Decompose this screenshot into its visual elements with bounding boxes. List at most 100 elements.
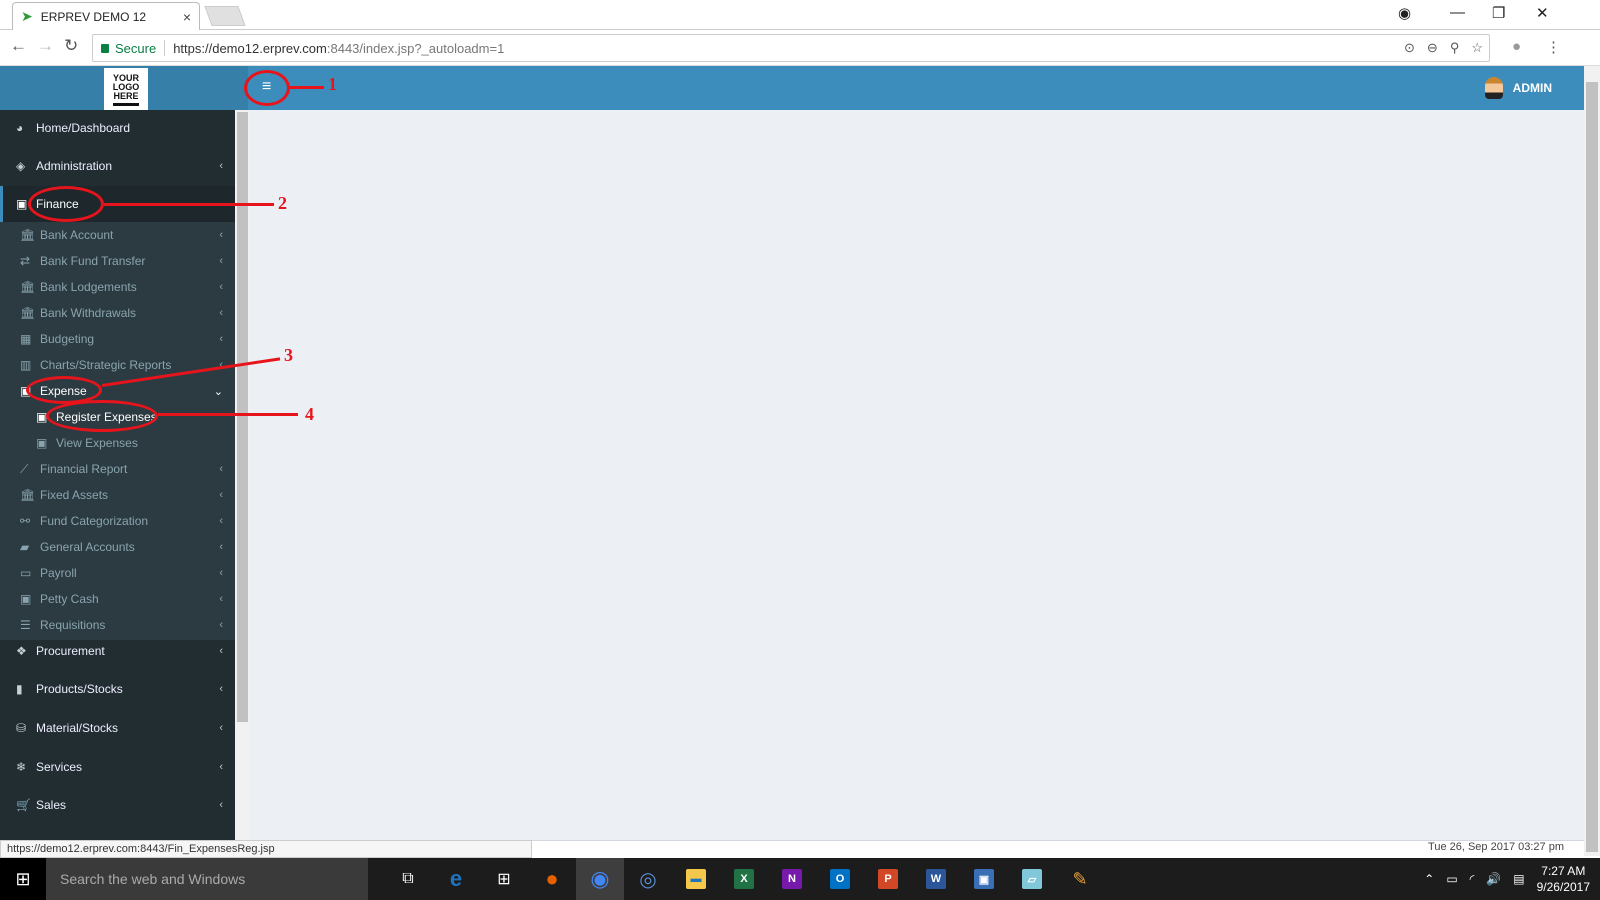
tab-close-icon[interactable]: ×	[183, 9, 191, 25]
submenu-item-label: Bank Withdrawals	[40, 306, 137, 320]
page-scrollbar[interactable]	[1584, 66, 1600, 856]
submenu-item-label: Charts/Strategic Reports	[40, 358, 172, 372]
submenu-item-fixed-assets[interactable]: 🏛 Fixed Assets ‹	[0, 482, 235, 508]
reload-button[interactable]: ↻	[64, 36, 78, 56]
url-host: https://demo12.erprev.com	[173, 40, 327, 56]
link-icon: ⚯	[20, 514, 31, 528]
bank-icon: 🏛	[20, 306, 36, 320]
submenu-item-fund-categorization[interactable]: ⚯ Fund Categorization ‹	[0, 508, 235, 534]
annotation-line-2	[104, 203, 274, 206]
notepad-icon[interactable]: ▱	[1008, 858, 1056, 900]
secure-indicator[interactable]: Secure	[101, 41, 156, 56]
powerpoint-icon[interactable]: P	[864, 858, 912, 900]
status-bar-url: https://demo12.erprev.com:8443/Fin_Expen…	[0, 840, 532, 858]
battery-icon[interactable]: ▭	[1446, 872, 1457, 886]
submenu-item-bank-withdrawals[interactable]: 🏛 Bank Withdrawals ‹	[0, 300, 235, 326]
location-icon[interactable]: ⊙	[1404, 40, 1415, 56]
browser-tab[interactable]: ➤ ERPREV DEMO 12 ×	[12, 2, 200, 30]
browser-tab-strip: ➤ ERPREV DEMO 12 × ◉ — ❐ ✕	[0, 0, 1600, 30]
submenu-item-view-expenses[interactable]: ▣ View Expenses	[0, 430, 235, 456]
logo-underline	[113, 103, 139, 106]
back-button[interactable]: ←	[10, 36, 27, 56]
paint-icon[interactable]: ✎	[1056, 858, 1104, 900]
minimize-button[interactable]: —	[1450, 4, 1465, 21]
show-hidden-icons-chevron-up-icon[interactable]: ⌃	[1424, 872, 1434, 886]
annotation-number-2: 2	[278, 193, 287, 213]
url-text[interactable]: https://demo12.erprev.com:8443/index.jsp…	[173, 41, 504, 56]
sidebar-scrollbar[interactable]	[235, 110, 250, 840]
submenu-item-financial-report[interactable]: ⟋ Financial Report ‹	[0, 456, 235, 482]
submenu-item-charts-strategic-reports[interactable]: ▥ Charts/Strategic Reports ‹	[0, 352, 235, 378]
excel-icon[interactable]: X	[720, 858, 768, 900]
tag-icon: ◈	[16, 159, 26, 173]
annotation-number-4: 4	[305, 404, 314, 424]
sidebar-item-label: Material/Stocks	[36, 721, 119, 735]
chevron-left-icon: ‹	[219, 307, 223, 319]
chrome-icon[interactable]: ◉	[576, 858, 624, 900]
money-icon: ▣	[20, 592, 32, 606]
taskbar-search-box[interactable]: Search the web and Windows	[46, 858, 368, 900]
erprev-favicon-icon: ➤	[21, 8, 33, 24]
new-tab-button[interactable]	[204, 6, 246, 26]
sidebar-item-sales[interactable]: 🛒 Sales ‹	[0, 786, 235, 824]
key-icon[interactable]: ⚲	[1450, 40, 1460, 56]
window-close-button[interactable]: ✕	[1536, 4, 1549, 22]
task-view-icon[interactable]: ⧉	[384, 858, 432, 900]
clock[interactable]: 7:27 AM 9/26/2017	[1537, 863, 1590, 895]
sidebar-item-products-stocks[interactable]: ▮ Products/Stocks ‹	[0, 670, 235, 708]
forward-button[interactable]: →	[37, 36, 54, 56]
edge-icon[interactable]: e	[432, 858, 480, 900]
submenu-item-label: Financial Report	[40, 462, 128, 476]
chevron-left-icon: ‹	[219, 761, 223, 773]
list-icon: ☰	[20, 618, 31, 632]
profile-icon[interactable]: ◉	[1398, 4, 1411, 22]
onenote-icon[interactable]: N	[768, 858, 816, 900]
sidebar-item-procurement[interactable]: ❖ Procurement ‹	[0, 632, 235, 670]
submenu-item-label: Budgeting	[40, 332, 95, 346]
secure-label: Secure	[115, 40, 157, 56]
firefox-icon[interactable]: ●	[528, 858, 576, 900]
submenu-item-bank-lodgements[interactable]: 🏛 Bank Lodgements ‹	[0, 274, 235, 300]
outlook-icon[interactable]: O	[816, 858, 864, 900]
address-bar[interactable]: Secure https://demo12.erprev.com:8443/in…	[92, 34, 1490, 62]
submenu-item-label: Bank Account	[40, 228, 114, 242]
user-menu[interactable]: ADMIN	[1484, 77, 1552, 99]
submenu-item-petty-cash[interactable]: ▣ Petty Cash ‹	[0, 586, 235, 612]
page-scrollbar-thumb[interactable]	[1586, 82, 1598, 852]
avatar	[1484, 77, 1503, 99]
remote-desktop-icon[interactable]: ▣	[960, 858, 1008, 900]
safari-icon[interactable]: ◎	[624, 858, 672, 900]
sidebar-item-material-stocks[interactable]: ⛁ Material/Stocks ‹	[0, 708, 235, 748]
sidebar-item-administration[interactable]: ◈ Administration ‹	[0, 148, 235, 184]
chrome-menu-icon[interactable]: ⋮	[1546, 38, 1561, 56]
submenu-item-bank-account[interactable]: 🏛 Bank Account ‹	[0, 222, 235, 248]
file-explorer-icon[interactable]: ▬	[672, 858, 720, 900]
sidebar-item-services[interactable]: ❄ Services ‹	[0, 748, 235, 786]
bookmark-star-icon[interactable]: ☆	[1471, 40, 1483, 56]
credit-card-icon: ▭	[20, 566, 32, 580]
company-logo[interactable]: YOUR LOGO HERE	[104, 68, 148, 110]
system-tray: ⌃ ▭ ◜ 🔊 ▤ 7:27 AM 9/26/2017	[1424, 858, 1600, 900]
windows-taskbar: ⊞ Search the web and Windows ⧉ e ⊞ ● ◉ ◎…	[0, 858, 1600, 900]
chevron-left-icon: ‹	[219, 489, 223, 501]
start-button-windows-icon[interactable]: ⊞	[0, 858, 46, 900]
extension-icon[interactable]: ●	[1512, 38, 1521, 55]
restore-button[interactable]: ❐	[1492, 4, 1505, 22]
word-icon[interactable]: W	[912, 858, 960, 900]
store-icon[interactable]: ⊞	[480, 858, 528, 900]
zoom-out-icon[interactable]: ⊖	[1427, 40, 1438, 56]
chevron-left-icon: ‹	[219, 255, 223, 267]
line-chart-icon: ⟋	[20, 461, 29, 476]
wifi-icon[interactable]: ◜	[1470, 872, 1475, 886]
sidebar-item-home-dashboard[interactable]: ◕ Home/Dashboard	[0, 110, 235, 146]
volume-icon[interactable]: 🔊	[1486, 872, 1501, 886]
submenu-item-bank-fund-transfer[interactable]: ⇄ Bank Fund Transfer ‹	[0, 248, 235, 274]
submenu-item-general-accounts[interactable]: ▰ General Accounts ‹	[0, 534, 235, 560]
submenu-item-label: Bank Lodgements	[40, 280, 137, 294]
chevron-left-icon: ‹	[219, 683, 223, 695]
sidebar-item-label: Procurement	[36, 644, 105, 658]
action-center-icon[interactable]: ▤	[1513, 872, 1524, 886]
submenu-item-payroll[interactable]: ▭ Payroll ‹	[0, 560, 235, 586]
chevron-left-icon: ‹	[219, 593, 223, 605]
submenu-item-budgeting[interactable]: ▦ Budgeting ‹	[0, 326, 235, 352]
